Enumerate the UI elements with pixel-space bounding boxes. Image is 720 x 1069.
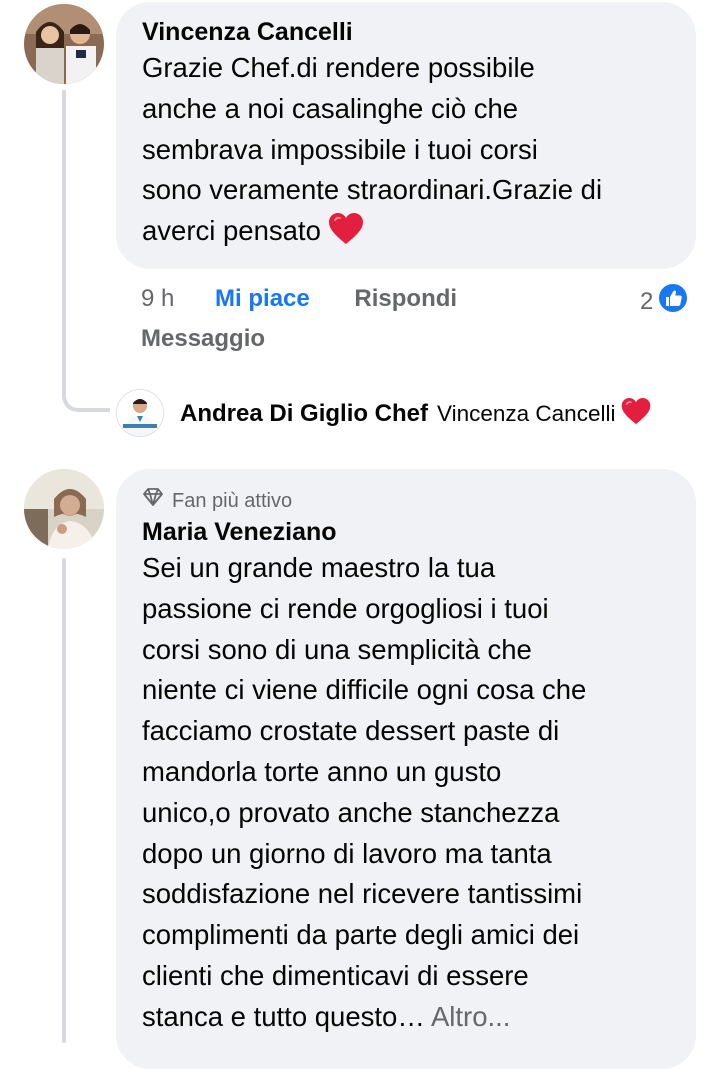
comment-text: Grazie Chef.di rendere possibile anche a… [142,48,670,258]
reply-author[interactable]: Andrea Di Giglio Chef [180,400,428,428]
thread-elbow [62,380,110,412]
comment-line: facciamo crostate dessert paste di [142,715,560,747]
comment-line: niente ci viene difficile ogni cosa che [142,674,587,706]
message-label: Messaggio [141,325,266,352]
heart-emoji-icon [327,212,365,258]
see-more-link[interactable]: Altro... [431,1001,510,1032]
reply-text: Vincenza Cancelli [437,401,616,426]
comment-line: anche a noi casalinghe ciò che [142,92,519,124]
comment-line: sembrava impossibile i tuoi corsi [142,133,538,165]
comment-line: stanca e tutto questo… Altro... [142,997,670,1038]
comment-line: dopo un giorno di lavoro ma tanta [142,837,552,869]
comment-line: Sei un grande maestro la tua [142,552,496,583]
thread-line [62,90,66,390]
diamond-icon [142,487,164,514]
like-button[interactable]: Mi piace [215,285,310,312]
comment-line: mandorla torte anno un gusto [142,755,502,787]
like-icon [657,282,690,321]
comment-text: Sei un grande maestro la tua passione ci… [142,548,670,1038]
comment-line: corsi sono di una semplicità che [142,633,532,665]
comment-bubble: Vincenza Cancelli Grazie Chef.di rendere… [116,2,696,269]
comment-actions: 9 h Mi piace Rispondi [141,285,457,313]
reaction-count[interactable]: 2 [640,282,690,321]
comment-bubble: Fan più attivo Maria Veneziano Sei un gr… [116,469,696,1069]
comment-author[interactable]: Maria Veneziano [142,516,670,548]
reply-button[interactable]: Rispondi [354,285,457,312]
comment-author[interactable]: Vincenza Cancelli [142,16,670,48]
heart-emoji-icon [620,397,652,431]
comment-line: complimenti da parte degli amici dei [142,919,580,951]
comment-line: soddisfazione nel ricevere tantissimi [142,878,583,910]
fan-badge: Fan più attivo [142,487,670,514]
comment-line-text: stanca e tutto questo… [142,1000,425,1032]
avatar[interactable] [24,4,104,84]
fan-badge-label: Fan più attivo [172,489,293,512]
reaction-count-number: 2 [640,287,654,315]
message-button[interactable]: Messaggio [141,325,265,353]
reply-preview[interactable]: Andrea Di Giglio Chef Vincenza Cancelli [180,397,652,431]
thread-line [62,558,66,1043]
comment-line: sono veramente straordinari.Grazie di [142,174,603,206]
comment-line: averci pensato [142,211,670,258]
comment-line: clienti che dimenticavi di essere [142,959,529,991]
comment-line: unico,o provato anche stanchezza [142,796,560,828]
reply-avatar[interactable] [116,389,164,437]
comment-line: Grazie Chef.di rendere possibile [142,52,535,83]
comment-line-text: averci pensato [142,215,321,247]
comment-line: passione ci rende orgogliosi i tuoi [142,592,549,624]
comment-time[interactable]: 9 h [141,285,174,312]
avatar[interactable] [24,469,104,549]
